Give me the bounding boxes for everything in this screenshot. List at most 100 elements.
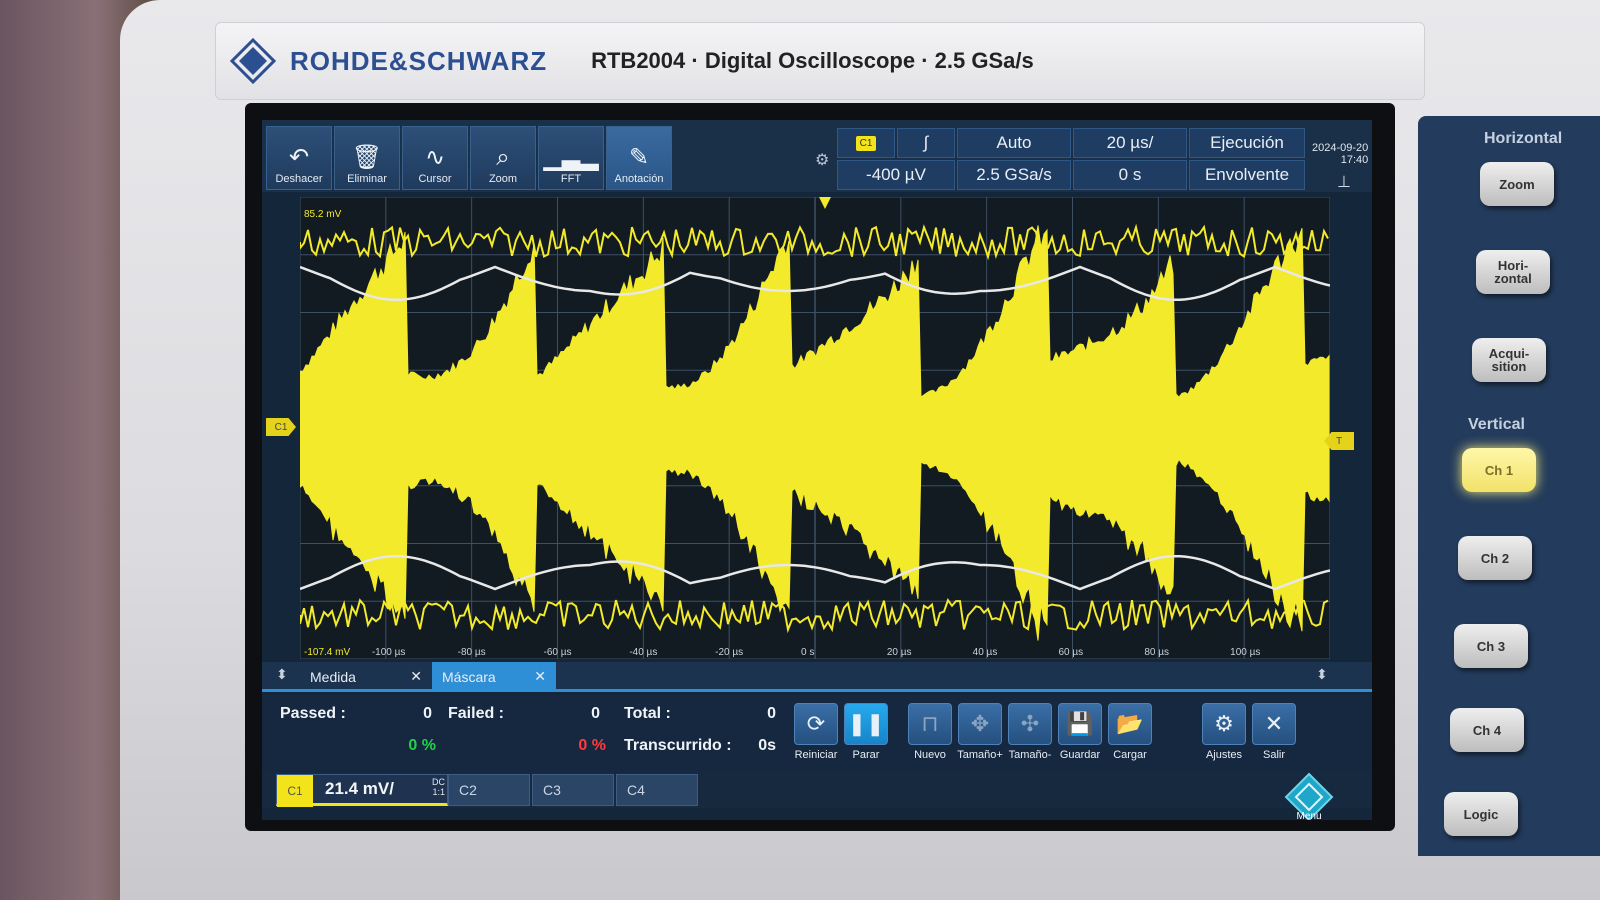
total-label: Total : xyxy=(624,705,671,722)
x-tick-label: -100 µs xyxy=(372,647,406,658)
failed-label: Failed : xyxy=(448,705,505,722)
trigger-source[interactable]: C1 xyxy=(837,128,895,158)
ch2-slot[interactable]: C2 xyxy=(448,774,530,806)
passed-percent: 0 % xyxy=(408,737,436,754)
zoom-label: Zoom xyxy=(488,173,518,185)
sample-rate[interactable]: 2.5 GSa/s xyxy=(957,160,1071,190)
exit-button[interactable]: ✕ xyxy=(1252,703,1296,745)
load-label: Cargar xyxy=(1113,749,1147,761)
delete-label: Eliminar xyxy=(347,173,387,185)
x-tick-label: 80 µs xyxy=(1144,647,1169,658)
tab-measure-label: Medida xyxy=(310,669,356,685)
ch1-slot[interactable]: C1 21.4 mV/ DC 1:1 xyxy=(276,774,448,807)
ch4-slot[interactable]: C4 xyxy=(616,774,698,806)
passed-label: Passed : xyxy=(280,705,346,722)
mask-test-panel: Passed : 0 0 % Failed : 0 0 % Total : 0 … xyxy=(262,695,1372,775)
gear-icon: ⚙ xyxy=(1214,711,1234,736)
tab-mask[interactable]: Máscara ✕ xyxy=(432,662,556,692)
stop-button[interactable]: ❚❚ xyxy=(844,703,888,745)
rising-edge-icon: ∫ xyxy=(923,133,929,152)
ch2-hw-button[interactable]: Ch 2 xyxy=(1458,536,1532,580)
close-icon[interactable]: ✕ xyxy=(534,668,546,685)
close-icon[interactable]: ✕ xyxy=(410,668,422,685)
cursor-wave-icon: ∿ xyxy=(424,144,446,171)
spectrum-icon: ▁▃▂ xyxy=(543,144,599,171)
ch1-hw-button[interactable]: Ch 1 xyxy=(1462,448,1536,492)
trigger-level[interactable]: -400 µV xyxy=(837,160,955,190)
horizontal-hw-button[interactable]: Hori- zontal xyxy=(1476,250,1550,294)
ch1-scale: 21.4 mV/ xyxy=(325,779,394,798)
oscilloscope-screen: ↶ Deshacer 🗑 Eliminar ∿ Cursor ⌕ Zoom ▁▃… xyxy=(262,120,1372,820)
rs-logo-icon xyxy=(230,38,276,84)
settings-button[interactable]: ⚙ xyxy=(1202,703,1246,745)
hardware-control-panel: Horizontal Zoom Hori- zontal Acqui- siti… xyxy=(1418,116,1600,856)
refresh-icon: ⟳ xyxy=(806,711,826,736)
brand-name: ROHDE&SCHWARZ xyxy=(290,45,548,76)
vertical-section-title: Vertical xyxy=(1468,416,1525,433)
zoom-button[interactable]: ⌕ Zoom xyxy=(470,126,536,190)
new-mask-icon: ⊓ xyxy=(921,711,939,736)
tab-measure[interactable]: Medida ✕ xyxy=(262,662,432,692)
ch1-probe-text: 1:1 xyxy=(432,787,445,797)
brand-bar: ROHDE&SCHWARZ RTB2004 · Digital Oscillos… xyxy=(215,22,1425,100)
fft-button[interactable]: ▁▃▂ FFT xyxy=(538,126,604,190)
passed-count: 0 xyxy=(423,705,432,722)
folder-open-icon: 📂 xyxy=(1116,711,1144,736)
size-minus-button[interactable]: ✣ xyxy=(1008,703,1052,745)
undo-button[interactable]: ↶ Deshacer xyxy=(266,126,332,190)
elapsed-value: 0s xyxy=(758,737,776,754)
pencil-icon: ✎ xyxy=(628,144,650,171)
ch4-hw-button[interactable]: Ch 4 xyxy=(1450,708,1524,752)
waveform-display[interactable]: 85.2 mV -107.4 mV -100 µs -80 µs -60 µs -40… xyxy=(300,197,1330,659)
delete-button[interactable]: 🗑 Eliminar xyxy=(334,126,400,190)
x-tick-label: 20 µs xyxy=(887,647,912,658)
magnifier-icon: ⌕ xyxy=(496,144,510,171)
zoom-hw-button[interactable]: Zoom xyxy=(1480,162,1554,206)
x-tick-label: -80 µs xyxy=(458,647,486,658)
exit-label: Salir xyxy=(1262,749,1285,761)
expand-arrows-icon: ✥ xyxy=(970,711,990,736)
settings-small-icon[interactable]: ⚙ xyxy=(815,150,829,170)
load-button[interactable]: 📂 xyxy=(1108,703,1152,745)
y-top-label: 85.2 mV xyxy=(304,209,342,220)
reset-button[interactable]: ⟳ xyxy=(794,703,838,745)
cursor-button[interactable]: ∿ Cursor xyxy=(402,126,468,190)
x-tick-label: -20 µs xyxy=(715,647,743,658)
x-tick-label: 100 µs xyxy=(1230,647,1260,658)
model-title: RTB2004 · Digital Oscilloscope · 2.5 GSa… xyxy=(591,48,1034,73)
menu-button[interactable]: Menu xyxy=(1284,772,1334,820)
ch1-coupling-text: DC xyxy=(432,777,445,787)
dock-expand-icon[interactable]: ⬍ xyxy=(1316,666,1328,683)
logic-hw-button[interactable]: Logic xyxy=(1444,792,1518,836)
total-count: 0 xyxy=(767,705,776,722)
ch3-slot[interactable]: C3 xyxy=(532,774,614,806)
close-icon: ✕ xyxy=(1264,711,1284,736)
trash-icon: 🗑 xyxy=(351,144,383,171)
trigger-source-tag: C1 xyxy=(855,135,877,151)
acquisition-hw-button[interactable]: Acqui- sition xyxy=(1472,338,1546,382)
timebase[interactable]: 20 µs/ xyxy=(1073,128,1187,158)
undo-label: Deshacer xyxy=(275,173,323,185)
x-tick-label: -60 µs xyxy=(544,647,572,658)
ch1-tag: C1 xyxy=(277,775,313,807)
ch3-hw-button[interactable]: Ch 3 xyxy=(1454,624,1528,668)
horizontal-position[interactable]: 0 s xyxy=(1073,160,1187,190)
ch1-offset-marker[interactable]: C1 xyxy=(266,418,296,436)
x-tick-label: -40 µs xyxy=(629,647,657,658)
annotation-label: Anotación xyxy=(614,173,664,185)
acquisition-mode[interactable]: Envolvente xyxy=(1189,160,1305,190)
size-plus-button[interactable]: ✥ xyxy=(958,703,1002,745)
run-state[interactable]: Ejecución xyxy=(1189,128,1305,158)
dock-tabbar: ⬍ Medida ✕ Máscara ✕ ⬍ xyxy=(262,662,1372,692)
datetime: 2024-09-20 17:40 xyxy=(1312,142,1368,166)
elapsed-label: Transcurrido : xyxy=(624,737,732,754)
toolbar: ↶ Deshacer 🗑 Eliminar ∿ Cursor ⌕ Zoom ▁▃… xyxy=(262,120,1372,192)
cursor-label: Cursor xyxy=(418,173,452,185)
trigger-mode[interactable]: Auto xyxy=(957,128,1071,158)
annotation-button[interactable]: ✎ Anotación xyxy=(606,126,672,190)
new-mask-button[interactable]: ⊓ xyxy=(908,703,952,745)
save-button[interactable]: 💾 xyxy=(1058,703,1102,745)
failed-percent: 0 % xyxy=(578,737,606,754)
trigger-slope[interactable]: ∫ xyxy=(897,128,955,158)
undo-icon: ↶ xyxy=(288,144,310,171)
